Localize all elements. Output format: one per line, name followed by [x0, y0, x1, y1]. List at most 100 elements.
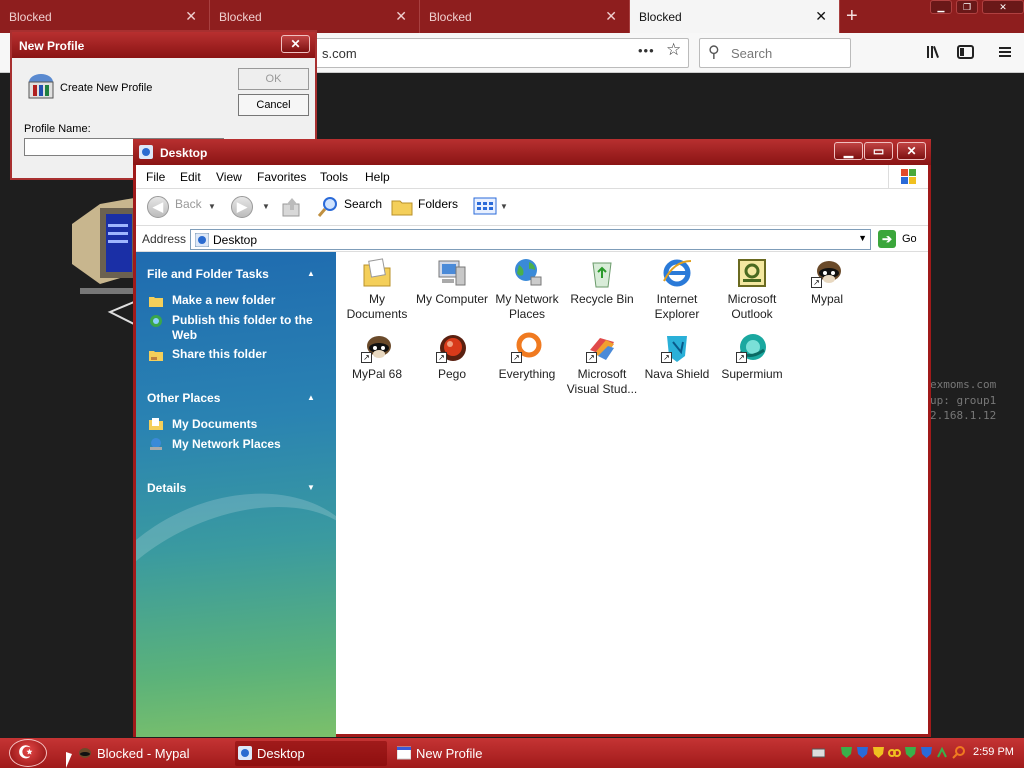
collapse-icon[interactable]: ▲ [307, 269, 315, 278]
go-arrow-icon: ➔ [878, 230, 896, 248]
folders-icon[interactable] [390, 195, 414, 220]
minimize-icon[interactable]: ▁ [930, 0, 952, 14]
back-arrow-icon[interactable]: ◀ [147, 196, 169, 218]
my-computer-icon [436, 257, 468, 289]
address-bar: Address Desktop ▼ ➔ Go [136, 227, 928, 252]
mouse-cursor-icon [66, 752, 72, 768]
shortcut-arrow-icon: ↗ [361, 352, 372, 363]
make-new-folder-link[interactable]: Make a new folder [172, 293, 322, 308]
shield-icon[interactable] [840, 746, 853, 759]
sidebar-icon[interactable] [957, 44, 975, 64]
browser-tab-1[interactable]: Blocked ✕ [0, 0, 210, 33]
shield-icon[interactable] [904, 746, 917, 759]
clock[interactable]: 2:59 PM [973, 746, 1014, 758]
menu-tools[interactable]: Tools [320, 170, 348, 184]
address-input[interactable]: Desktop ▼ [190, 229, 871, 250]
desktop-item-label: Microsoft Outlook [727, 292, 777, 321]
ok-button[interactable]: OK [238, 68, 309, 90]
recycle-bin-icon [586, 257, 618, 289]
menu-edit[interactable]: Edit [180, 170, 201, 184]
explorer-window: Desktop ▁ ▭ ✕ File Edit View Favorites T… [133, 139, 931, 737]
folders-button[interactable]: Folders [418, 197, 458, 211]
chevron-down-icon[interactable]: ▼ [500, 202, 508, 211]
close-icon[interactable]: ✕ [815, 8, 827, 25]
desktop-item-label: Internet Explorer [654, 292, 700, 321]
taskbar-item-new-profile[interactable]: New Profile [394, 741, 546, 766]
close-icon[interactable]: ✕ [897, 142, 926, 160]
bookmark-star-icon[interactable]: ☆ [666, 40, 681, 60]
publish-folder-link[interactable]: Publish this folder to the Web [172, 313, 322, 343]
new-folder-icon [148, 294, 164, 308]
up-folder-icon[interactable] [281, 196, 303, 221]
my-network-places-link[interactable]: My Network Places [172, 437, 322, 452]
window-title-bar: Desktop ▁ ▭ ✕ [133, 139, 931, 165]
shield-icon[interactable] [856, 746, 869, 759]
share-folder-icon [148, 348, 164, 362]
other-places-header[interactable]: Other Places [147, 391, 220, 405]
browser-tab-3[interactable]: Blocked ✕ [420, 0, 630, 33]
shield-icon[interactable] [872, 746, 885, 759]
restore-icon[interactable]: ❐ [956, 0, 978, 14]
search-icon[interactable] [316, 195, 340, 222]
network-places-icon [148, 437, 164, 451]
close-icon[interactable]: ✕ [605, 8, 617, 25]
menu-icon[interactable] [997, 44, 1013, 64]
start-button[interactable]: ☪ [9, 739, 47, 767]
details-header[interactable]: Details [147, 481, 186, 495]
tab-label: Blocked [639, 10, 682, 24]
network-places-icon [511, 257, 543, 289]
close-icon[interactable]: ✕ [982, 0, 1024, 14]
chevron-down-icon[interactable]: ▼ [208, 202, 216, 211]
cancel-button[interactable]: Cancel [238, 94, 309, 116]
shortcut-arrow-icon: ↗ [436, 352, 447, 363]
library-icon[interactable] [926, 44, 944, 64]
explorer-icon [139, 145, 153, 159]
standard-toolbar: ◀ Back ▼ ▶ ▼ Search Folders ▼ [136, 190, 928, 226]
file-folder-tasks-header[interactable]: File and Folder Tasks [147, 267, 269, 281]
new-tab-icon[interactable]: + [846, 5, 858, 28]
windows-logo-icon [888, 165, 928, 189]
search-button[interactable]: Search [344, 197, 382, 211]
network-icon[interactable] [936, 746, 949, 759]
background-text-line: exmoms.com [930, 378, 997, 391]
my-documents-link[interactable]: My Documents [172, 417, 322, 432]
forward-arrow-icon[interactable]: ▶ [231, 196, 253, 218]
menu-file[interactable]: File [146, 170, 165, 184]
close-icon[interactable]: ✕ [281, 35, 310, 53]
keyboard-icon[interactable] [811, 746, 826, 759]
publish-web-icon [148, 314, 164, 328]
share-folder-link[interactable]: Share this folder [172, 347, 322, 362]
taskbar-item-desktop[interactable]: Desktop [235, 741, 387, 766]
views-icon[interactable] [473, 196, 497, 219]
url-bar[interactable]: s.com [315, 38, 689, 68]
tab-label: Blocked [9, 10, 52, 24]
expand-icon[interactable]: ▼ [307, 483, 315, 492]
dialog-title-bar: New Profile ✕ [12, 32, 315, 58]
browser-tab-4[interactable]: Blocked ✕ [630, 0, 840, 33]
link-icon[interactable] [888, 746, 901, 759]
menu-help[interactable]: Help [365, 170, 390, 184]
menu-view[interactable]: View [216, 170, 242, 184]
menu-favorites[interactable]: Favorites [257, 170, 306, 184]
collapse-icon[interactable]: ▲ [307, 393, 315, 402]
taskbar-item-mypal[interactable]: Blocked - Mypal [75, 741, 225, 766]
search-icon[interactable] [952, 746, 965, 759]
page-actions-icon[interactable]: ••• [638, 43, 655, 58]
search-input[interactable]: ⚲ Search [699, 38, 851, 68]
my-documents-icon [148, 417, 164, 431]
computer-illustration [70, 184, 140, 337]
taskbar-item-label: New Profile [416, 746, 483, 761]
shortcut-arrow-icon: ↗ [736, 352, 747, 363]
close-icon[interactable]: ✕ [185, 8, 197, 25]
shield-icon[interactable] [920, 746, 933, 759]
minimize-icon[interactable]: ▁ [834, 142, 863, 160]
desktop-item-label: Mypal [810, 292, 843, 306]
browser-tab-2[interactable]: Blocked ✕ [210, 0, 420, 33]
chevron-down-icon[interactable]: ▼ [858, 233, 867, 243]
taskbar-item-label: Desktop [257, 746, 305, 761]
close-icon[interactable]: ✕ [395, 8, 407, 25]
chevron-down-icon[interactable]: ▼ [262, 202, 270, 211]
maximize-icon[interactable]: ▭ [864, 142, 893, 160]
back-button[interactable]: Back [175, 197, 202, 211]
shortcut-arrow-icon: ↗ [511, 352, 522, 363]
